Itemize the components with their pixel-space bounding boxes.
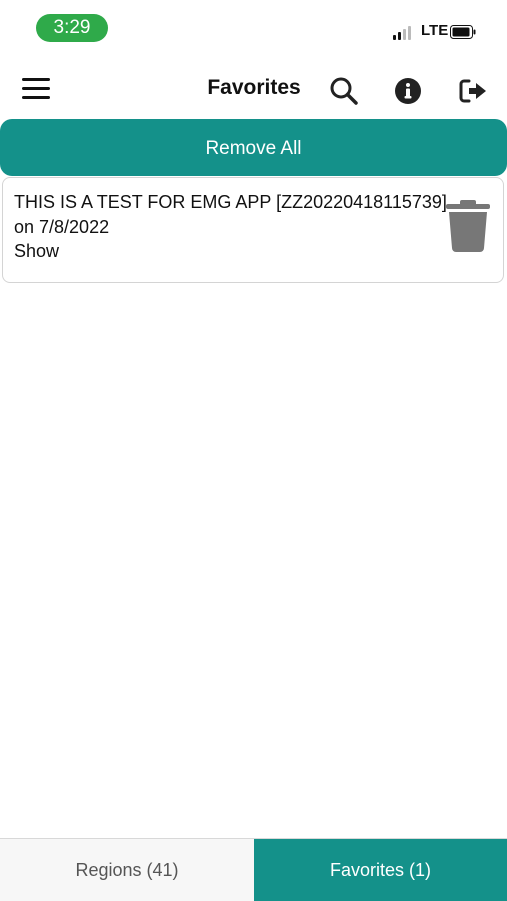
favorite-details: THIS IS A TEST FOR EMG APP [ZZ2022041811…	[14, 190, 447, 264]
favorite-title: THIS IS A TEST FOR EMG APP [ZZ2022041811…	[14, 192, 447, 212]
logout-icon[interactable]	[458, 76, 488, 106]
tab-favorites[interactable]: Favorites (1)	[254, 839, 507, 901]
favorite-date: on 7/8/2022	[14, 216, 110, 237]
remove-all-button[interactable]: Remove All	[0, 119, 507, 176]
status-bar: 3:29 LTE	[0, 0, 507, 58]
page-title: Favorites	[207, 76, 301, 99]
bottom-tab-bar: Regions (41) Favorites (1)	[0, 838, 507, 901]
status-time: 3:29	[36, 14, 108, 42]
search-icon[interactable]	[329, 76, 359, 106]
menu-icon[interactable]	[22, 78, 52, 102]
info-icon[interactable]	[393, 76, 423, 106]
favorite-card[interactable]: THIS IS A TEST FOR EMG APP [ZZ2022041811…	[2, 177, 504, 283]
network-label: LTE	[421, 22, 449, 39]
trash-icon[interactable]	[445, 200, 491, 252]
battery-icon	[450, 25, 476, 39]
signal-icon	[393, 26, 415, 40]
app-header: Favorites	[0, 62, 507, 118]
tab-regions[interactable]: Regions (41)	[0, 839, 254, 901]
favorite-show-link[interactable]: Show	[14, 239, 447, 264]
